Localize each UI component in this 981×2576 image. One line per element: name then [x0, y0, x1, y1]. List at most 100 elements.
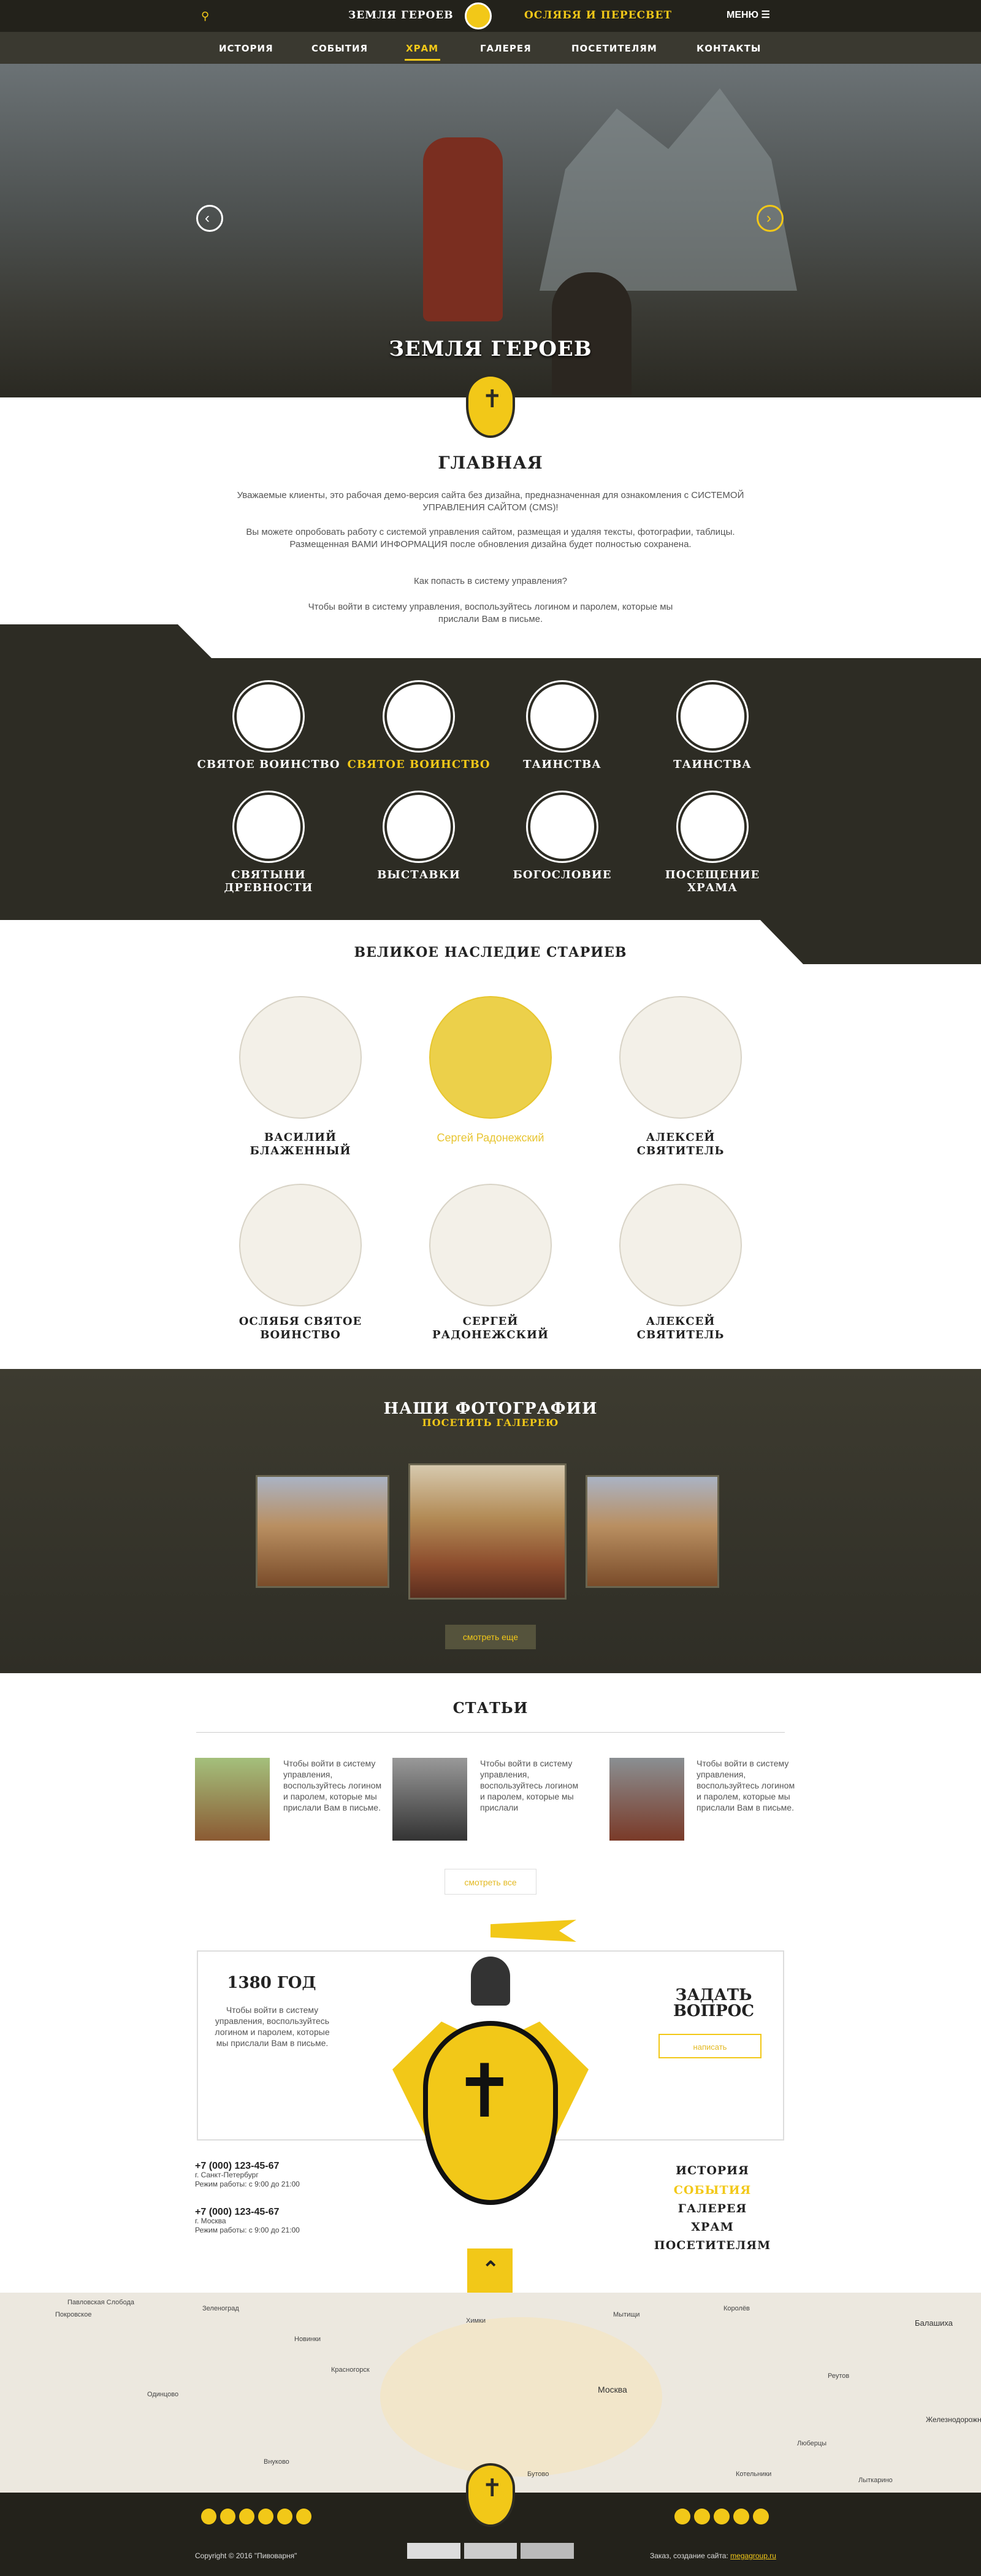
- scroll-top-button[interactable]: ⌃: [467, 2248, 513, 2293]
- article-text[interactable]: Чтобы войти в систему управления, воспол…: [480, 1758, 581, 1813]
- social-links-right: [674, 2509, 785, 2524]
- articles-title: Статьи: [452, 1699, 529, 1717]
- counter-badge[interactable]: [521, 2543, 574, 2559]
- ask-button[interactable]: написать: [658, 2034, 762, 2058]
- nav-gallery[interactable]: Галерея: [480, 43, 532, 54]
- saint-portrait[interactable]: [239, 1184, 362, 1306]
- gallery-photo[interactable]: [256, 1475, 389, 1588]
- saint-name[interactable]: Сергей Радонежский: [411, 1131, 570, 1144]
- shield-icon[interactable]: [384, 682, 453, 751]
- odnoklassniki-icon[interactable]: [201, 2509, 216, 2524]
- saint-name[interactable]: Алексей Святитель: [601, 1131, 760, 1158]
- category-label[interactable]: Таинства: [489, 758, 636, 771]
- counter-badge[interactable]: [464, 2543, 517, 2559]
- category-label[interactable]: Святое воинство: [345, 758, 492, 771]
- yandex-icon[interactable]: [714, 2509, 730, 2524]
- menu-label: МЕНЮ: [727, 10, 759, 20]
- footer-nav-link[interactable]: Посетителям: [651, 2239, 774, 2252]
- nav-temple[interactable]: Храм: [406, 43, 438, 54]
- rss-icon[interactable]: [296, 2509, 311, 2524]
- saint-portrait[interactable]: [239, 996, 362, 1119]
- saint-name[interactable]: Алексей Святитель: [601, 1315, 760, 1342]
- warrior-helmet-icon[interactable]: [234, 682, 303, 751]
- article-text[interactable]: Чтобы войти в систему управления, воспол…: [697, 1758, 798, 1813]
- copyright: Copyright © 2016 "Пивоварня": [195, 2551, 297, 2560]
- hero-title: Земля героев: [389, 337, 592, 361]
- brand-title[interactable]: Земля героев: [348, 9, 454, 21]
- article-thumbnail[interactable]: [195, 1758, 270, 1841]
- nav-visitors[interactable]: Посетителям: [571, 43, 657, 54]
- nav-contacts[interactable]: Контакты: [697, 43, 761, 54]
- map-label: Балашиха: [915, 2318, 953, 2328]
- search-icon[interactable]: ⚲: [201, 10, 209, 23]
- article-thumbnail[interactable]: [609, 1758, 684, 1841]
- saint-portrait[interactable]: [619, 996, 742, 1119]
- category-label[interactable]: Посещение храма: [663, 868, 762, 894]
- phone-number[interactable]: +7 (000) 123-45-67: [195, 2207, 354, 2217]
- map-label: Павловская Слобода: [67, 2299, 134, 2306]
- chalice-icon[interactable]: [234, 792, 303, 861]
- water-drop-icon[interactable]: [678, 682, 747, 751]
- footer-nav-link[interactable]: История: [651, 2164, 774, 2177]
- order-text: Заказ, создание сайта:: [650, 2551, 728, 2560]
- footer-nav-link[interactable]: Галерея: [651, 2202, 774, 2215]
- saint-portrait[interactable]: [429, 1184, 552, 1306]
- column-icon[interactable]: [384, 792, 453, 861]
- map-label: Железнодорожный: [926, 2415, 981, 2424]
- gallery-link[interactable]: Посетить галерею: [0, 1417, 981, 1428]
- nav-history[interactable]: История: [219, 43, 273, 54]
- map-city-area: [380, 2317, 662, 2477]
- article-thumbnail[interactable]: [392, 1758, 467, 1841]
- saint-name[interactable]: Сергей Радонежский: [411, 1315, 570, 1342]
- intro-paragraph: Как попасть в систему управления?: [414, 576, 567, 586]
- order-info: Заказ, создание сайта: megagroup.ru: [650, 2551, 776, 2560]
- map-label: Москва: [598, 2385, 627, 2394]
- google-plus-icon[interactable]: [258, 2509, 273, 2524]
- gallery-photo[interactable]: [586, 1475, 719, 1588]
- cross-icon: ✝: [482, 2475, 503, 2502]
- twitter-icon[interactable]: [220, 2509, 235, 2524]
- intro-paragraph: Вы можете опробовать работу с системой у…: [246, 527, 735, 550]
- rings-icon[interactable]: [528, 682, 597, 751]
- article-text[interactable]: Чтобы войти в систему управления, воспол…: [283, 1758, 384, 1813]
- order-link[interactable]: megagroup.ru: [730, 2551, 776, 2560]
- contact-city: г. Москва: [195, 2217, 226, 2225]
- footer-nav-link[interactable]: События: [651, 2183, 774, 2197]
- facebook-icon[interactable]: [277, 2509, 292, 2524]
- nav-active-indicator: [405, 59, 440, 61]
- saint-portrait[interactable]: [619, 1184, 742, 1306]
- saint-name[interactable]: Ослябя святое воинство: [221, 1315, 380, 1342]
- coat-of-arms: ✝: [380, 1914, 601, 2233]
- church-icon[interactable]: [678, 792, 747, 861]
- shield-emblem: ✝: [466, 374, 515, 438]
- category-label[interactable]: Таинства: [639, 758, 786, 771]
- footer-emblem[interactable]: ✝: [466, 2463, 515, 2527]
- emblem-logo[interactable]: [465, 2, 492, 29]
- phone-number[interactable]: +7 (000) 123-45-67: [195, 2161, 354, 2171]
- gallery-photo[interactable]: [408, 1463, 567, 1600]
- all-articles-button[interactable]: смотреть все: [445, 1869, 536, 1895]
- slider-next-button[interactable]: ›: [757, 205, 784, 232]
- slider-prev-button[interactable]: ‹: [196, 205, 223, 232]
- saint-name[interactable]: Василий Блаженный: [221, 1131, 380, 1158]
- vk-icon[interactable]: [239, 2509, 254, 2524]
- flag-icon: [490, 1920, 576, 1942]
- hamburger-icon: ☰: [761, 10, 770, 20]
- odnoklassniki-icon[interactable]: [753, 2509, 769, 2524]
- brand-subtitle[interactable]: Ослябя и Пересвет: [524, 9, 672, 21]
- footer-nav-link[interactable]: Храм: [651, 2220, 774, 2234]
- quill-icon[interactable]: [528, 792, 597, 861]
- saint-portrait[interactable]: [429, 996, 552, 1119]
- category-label[interactable]: Святыни древности: [219, 868, 318, 894]
- menu-toggle[interactable]: МЕНЮ ☰: [727, 9, 770, 21]
- category-label[interactable]: Богословие: [489, 868, 636, 881]
- nav-events[interactable]: События: [311, 43, 368, 54]
- vk-icon[interactable]: [674, 2509, 690, 2524]
- mail-icon[interactable]: [733, 2509, 749, 2524]
- instagram-icon[interactable]: [694, 2509, 710, 2524]
- category-label[interactable]: Выставки: [345, 868, 492, 881]
- more-photos-button[interactable]: смотреть еще: [445, 1625, 536, 1649]
- map-label: Реутов: [828, 2372, 850, 2380]
- category-label[interactable]: Святое воинство: [195, 758, 342, 771]
- counter-badge[interactable]: [407, 2543, 460, 2559]
